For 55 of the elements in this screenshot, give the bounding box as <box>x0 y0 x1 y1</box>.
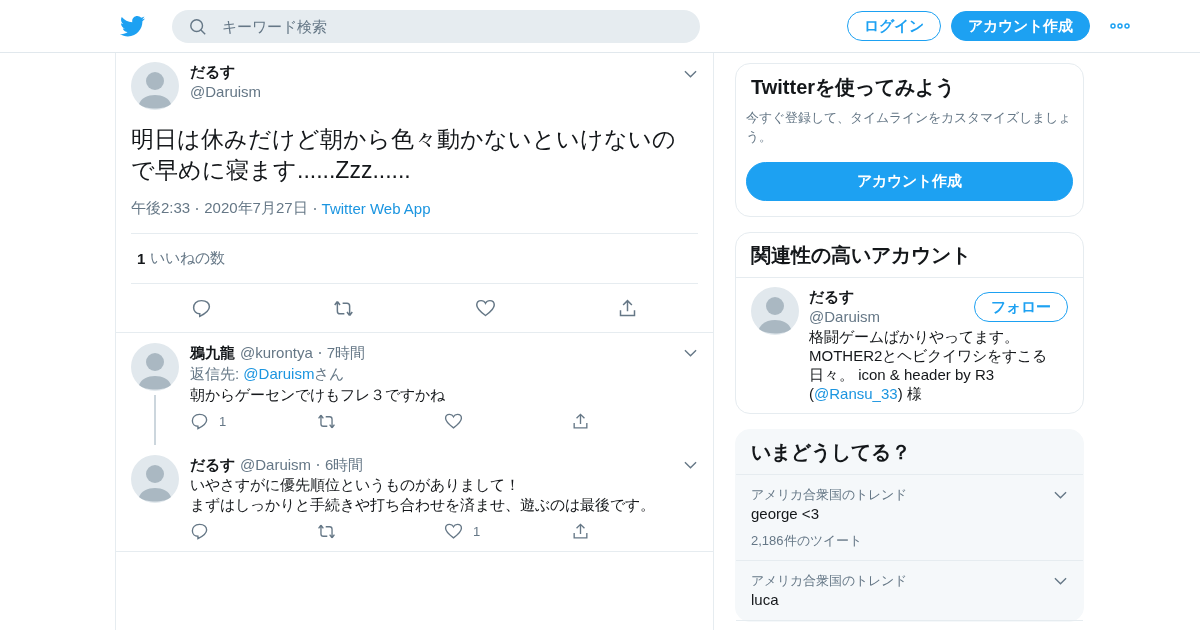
reply-icon[interactable] <box>191 297 213 319</box>
share-icon[interactable] <box>571 411 590 431</box>
heart-icon[interactable] <box>474 297 496 319</box>
user-name[interactable]: だるす <box>190 455 235 475</box>
user-name[interactable]: だるす <box>809 287 854 307</box>
chevron-icon[interactable] <box>684 349 697 357</box>
reply-text: いやさすがに優先順位というものがありまして！ まずはしっかりと手続きや打ち合わせを済ませ、遊ぶのは最後です。 <box>190 475 656 515</box>
trend-name[interactable]: luca <box>751 590 1068 610</box>
reply-icon[interactable] <box>190 411 209 431</box>
trend-context: アメリカ合衆国のトレンド <box>751 572 907 590</box>
heart-icon[interactable] <box>444 411 463 431</box>
bird-logo-icon[interactable] <box>120 15 145 37</box>
tweet-count: 2,186件のツイート <box>751 532 863 550</box>
login-button[interactable]: ログイン <box>847 11 941 41</box>
user-handle[interactable]: @Daruism <box>190 82 262 102</box>
card-title: 関連性の高いアカウント <box>736 233 1083 278</box>
chevron-icon[interactable] <box>684 70 697 78</box>
mention-link[interactable]: @Ransu_33 <box>814 385 898 402</box>
tweet-date[interactable]: 2020年7月27日 <box>204 199 308 218</box>
card-title: いまどうしてる？ <box>736 430 1083 475</box>
trend-name[interactable]: george <3 <box>751 504 1068 524</box>
reply-count: 1 <box>219 413 227 429</box>
chevron-icon[interactable] <box>684 461 697 469</box>
user-name[interactable]: だるす <box>190 62 235 82</box>
reply-text: 朝からゲーセンでけもフレ３ですかね <box>190 385 446 405</box>
user-handle[interactable]: @Daruism <box>240 455 312 475</box>
user-handle[interactable]: @Daruism <box>809 307 881 327</box>
follow-button[interactable]: フォロー <box>974 292 1068 322</box>
search-icon <box>189 17 207 36</box>
signup-button[interactable]: アカウント作成 <box>746 162 1073 201</box>
reply-time[interactable]: 7時間 <box>326 343 366 363</box>
card-title: Twitterを使ってみよう <box>751 75 957 100</box>
chevron-icon[interactable] <box>1054 576 1067 585</box>
honorific: さん <box>314 365 345 382</box>
user-name[interactable]: 鴉九龍 <box>190 343 235 363</box>
mention-link[interactable]: @Daruism <box>243 365 315 382</box>
reply-to-label: 返信先: <box>190 365 240 382</box>
user-bio: 格闘ゲームばかりやってます。MOTHER2とヘビクイワシをすこる日々。 icon & header by R3 (@Ransu_33) 様 <box>809 327 1049 403</box>
signup-prompt: 今すぐ登録して、タイムラインをカスタマイズしましょう。 <box>746 109 1072 146</box>
share-icon[interactable] <box>571 521 590 541</box>
reply-time[interactable]: 6時間 <box>325 455 364 475</box>
tweet-time[interactable]: 午後2:33 <box>131 199 191 218</box>
reply-icon[interactable] <box>190 521 209 541</box>
tweet-text: 明日は休みだけど朝から色々動かないといけないので早めに寝ます......Zzz...... <box>131 125 677 185</box>
user-handle[interactable]: @kurontya <box>240 343 313 363</box>
chevron-icon[interactable] <box>1054 490 1067 499</box>
more-icon[interactable] <box>1110 23 1130 29</box>
source-link[interactable]: Twitter Web App <box>321 200 431 217</box>
search-field[interactable]: キーワード検索 <box>172 9 700 43</box>
trend-context: アメリカ合衆国のトレンド <box>751 486 907 504</box>
like-count[interactable]: 1 <box>137 250 146 267</box>
heart-icon[interactable] <box>444 521 463 541</box>
likes-label[interactable]: いいねの数 <box>150 249 226 268</box>
signup-button[interactable]: アカウント作成 <box>951 11 1090 41</box>
like-count: 1 <box>473 523 481 539</box>
